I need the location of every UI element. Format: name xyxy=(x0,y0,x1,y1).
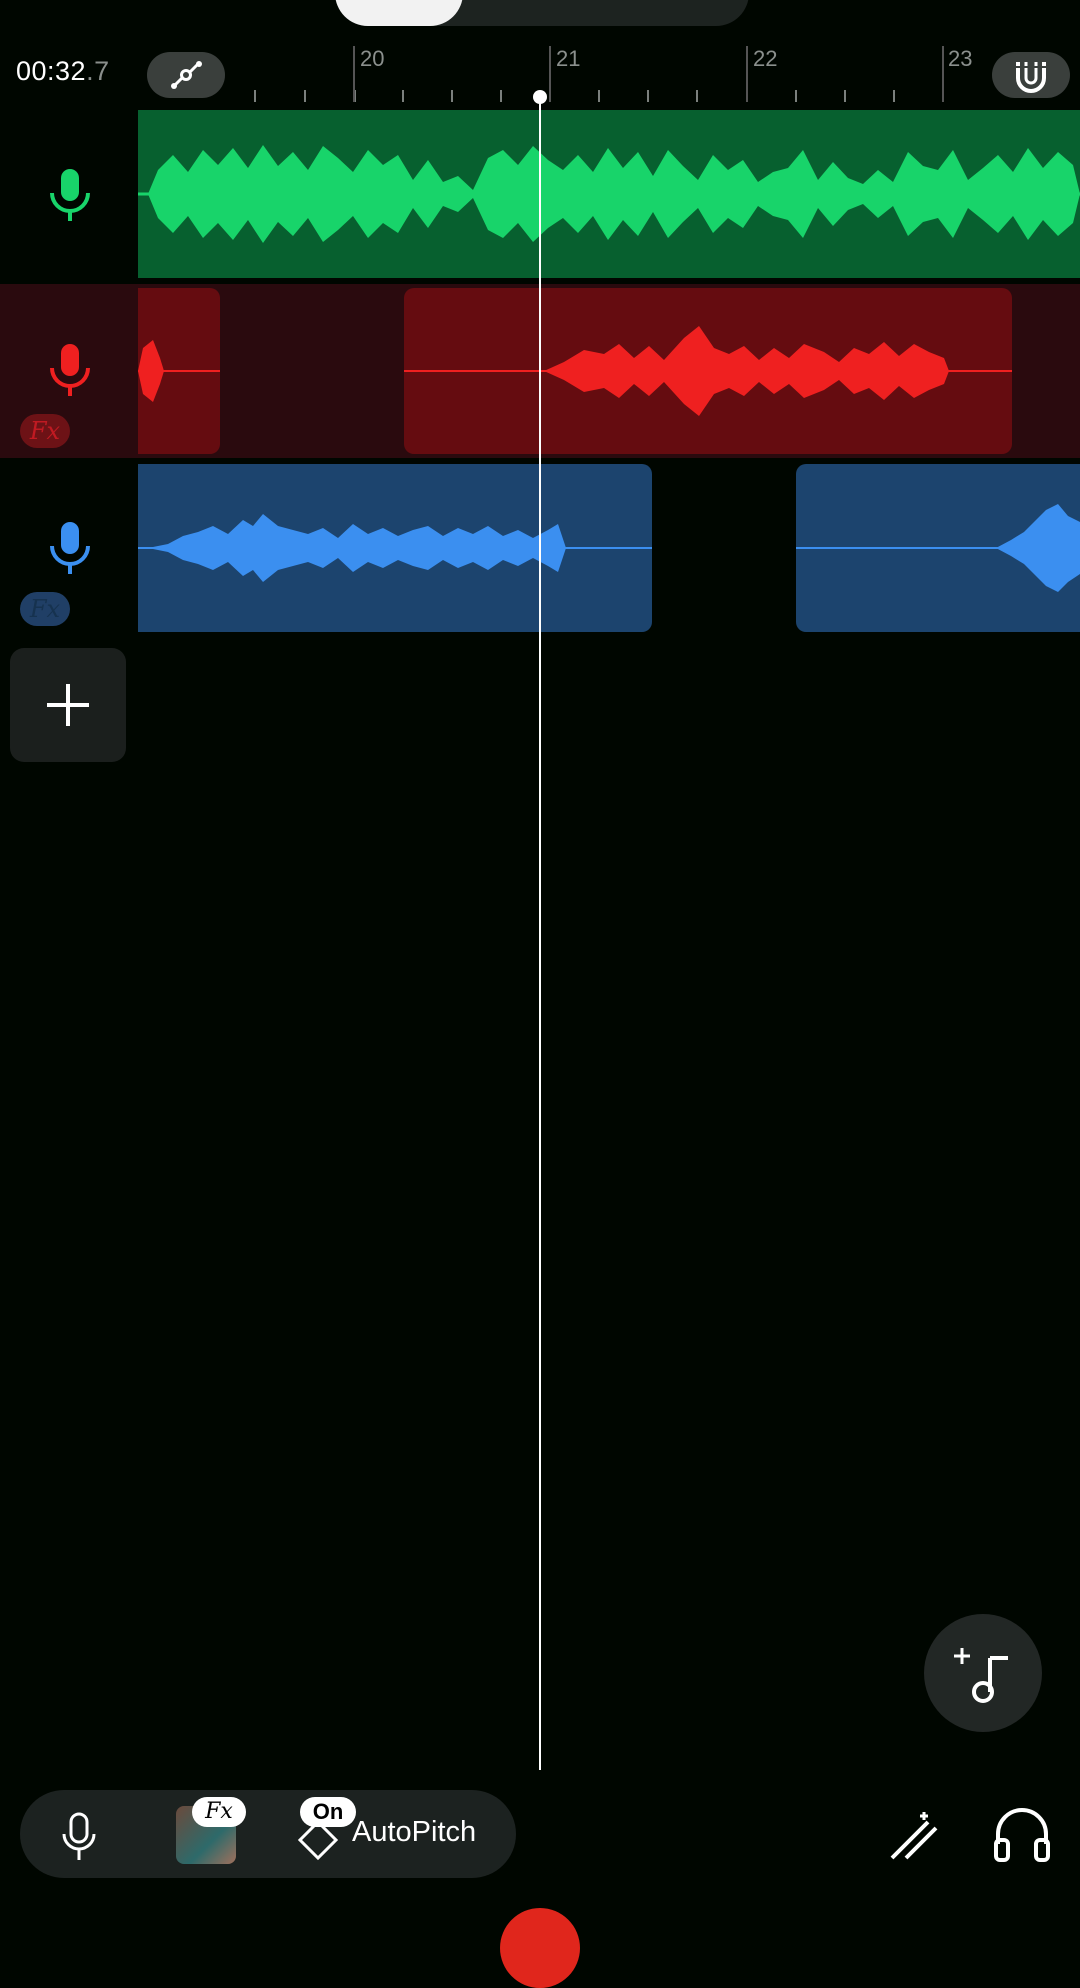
automation-button[interactable] xyxy=(147,52,225,98)
waveform xyxy=(796,504,1080,592)
record-button[interactable] xyxy=(500,1908,580,1988)
fx-badge[interactable]: Fx xyxy=(20,414,70,448)
waveform xyxy=(138,340,220,402)
waveform xyxy=(138,145,1080,243)
add-music-button[interactable] xyxy=(924,1614,1042,1732)
audio-clip[interactable] xyxy=(138,464,652,632)
playhead[interactable] xyxy=(539,98,541,1770)
add-track-button[interactable] xyxy=(10,648,126,762)
magic-wand-icon[interactable] xyxy=(884,1806,944,1866)
mic-icon[interactable] xyxy=(44,518,96,578)
snap-button[interactable] xyxy=(992,52,1070,98)
playhead-handle[interactable] xyxy=(533,90,547,104)
headphones-icon[interactable] xyxy=(990,1804,1054,1866)
plus-icon xyxy=(47,684,89,726)
add-music-icon xyxy=(954,1648,1008,1703)
audio-clip[interactable] xyxy=(138,110,1080,278)
time-decimal: .7 xyxy=(86,56,110,86)
ruler-label-22: 22 xyxy=(753,46,777,71)
ruler-label-23: 23 xyxy=(948,46,972,71)
mic-icon[interactable] xyxy=(44,340,96,400)
waveform xyxy=(138,514,652,582)
waveform xyxy=(404,326,1012,416)
autopitch-label[interactable]: AutoPitch xyxy=(352,1816,476,1849)
fx-badge[interactable]: Fx xyxy=(20,592,70,626)
magnet-icon xyxy=(1016,62,1046,93)
automation-icon xyxy=(171,61,202,89)
mic-icon[interactable] xyxy=(56,1810,102,1864)
time-readout: 00:32.7 xyxy=(16,56,110,87)
fx-badge[interactable]: Fx xyxy=(192,1797,246,1827)
autopitch-on-badge[interactable]: On xyxy=(300,1797,356,1827)
time-main: 00:32 xyxy=(16,56,87,86)
mic-icon[interactable] xyxy=(44,165,96,225)
audio-clip[interactable] xyxy=(404,288,1012,454)
audio-clip[interactable] xyxy=(138,288,220,454)
audio-clip[interactable] xyxy=(796,464,1080,632)
ruler-label-20: 20 xyxy=(360,46,384,71)
timeline-ruler[interactable]: 20 21 22 23 xyxy=(230,40,990,106)
ruler-label-21: 21 xyxy=(556,46,580,71)
top-mode-tab-active[interactable] xyxy=(335,0,463,26)
